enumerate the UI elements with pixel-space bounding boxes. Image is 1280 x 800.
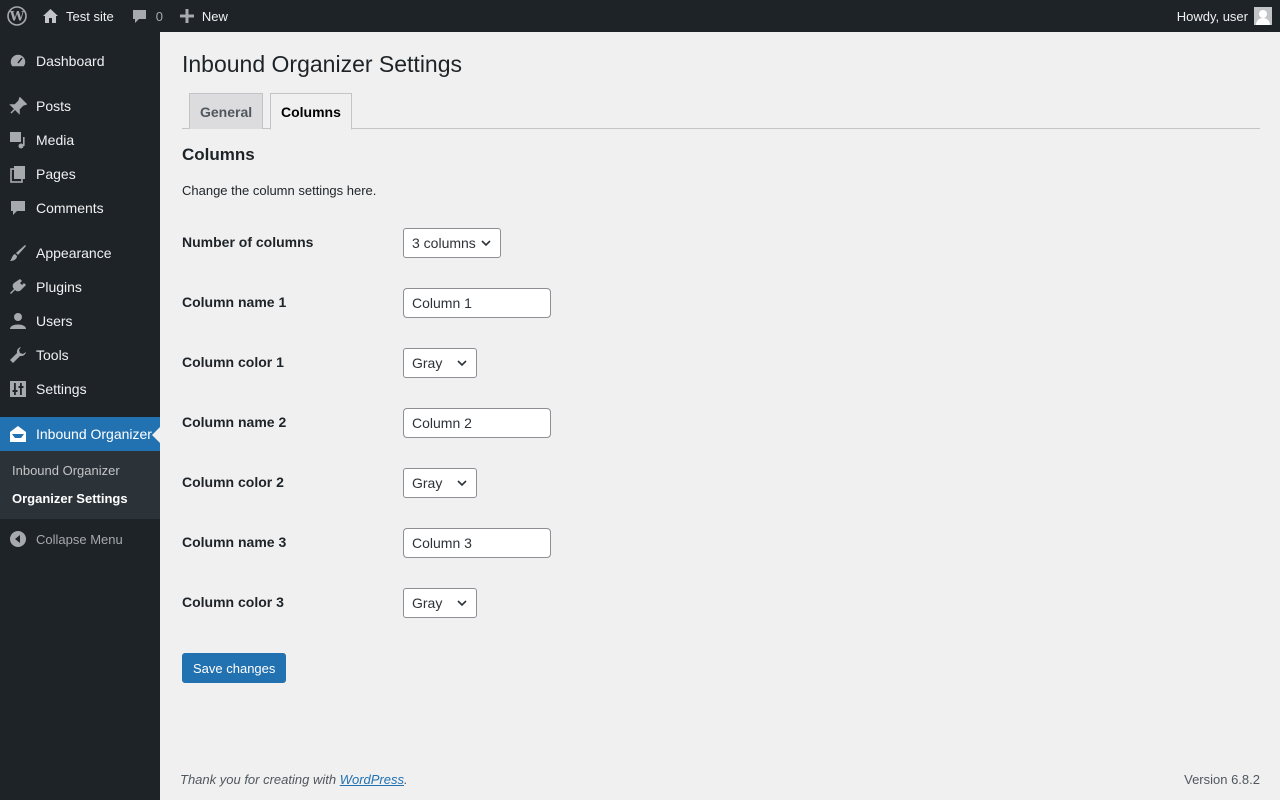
sidebar-item-posts[interactable]: Posts <box>0 89 160 123</box>
pages-icon <box>0 165 36 183</box>
submenu-item-inbound-organizer[interactable]: Inbound Organizer <box>12 463 120 478</box>
wordpress-logo-menu[interactable]: W <box>0 0 34 32</box>
pin-icon <box>0 97 36 115</box>
sidebar-item-label: Posts <box>36 98 72 114</box>
column-color-2-value: Gray <box>412 475 443 491</box>
save-changes-button[interactable]: Save changes <box>182 653 287 683</box>
column-color-2-select[interactable]: Gray <box>403 468 477 498</box>
sidebar-item-media[interactable]: Media <box>0 123 160 157</box>
inbound-organizer-submenu: Inbound Organizer Organizer Settings <box>0 451 160 519</box>
brush-icon <box>0 244 36 262</box>
collapse-menu-button[interactable]: Collapse Menu <box>0 524 160 554</box>
media-icon <box>0 131 36 149</box>
admin-bar-new[interactable]: New <box>179 0 228 32</box>
column-color-3-value: Gray <box>412 595 443 611</box>
admin-bar-site-link[interactable]: Test site <box>42 0 114 32</box>
sidebar-item-label: Plugins <box>36 279 82 295</box>
chevron-down-icon <box>457 600 467 607</box>
collapse-menu-label: Collapse Menu <box>36 531 123 547</box>
column-name-1-input[interactable] <box>403 288 551 318</box>
admin-sidebar: Dashboard Posts Media Pages Comments App… <box>0 32 160 800</box>
column-color-2-label: Column color 2 <box>182 474 284 490</box>
submenu-item-organizer-settings[interactable]: Organizer Settings <box>12 491 128 506</box>
column-name-2-label: Column name 2 <box>182 414 287 430</box>
sidebar-item-label: Pages <box>36 166 76 182</box>
section-title: Columns <box>182 145 255 164</box>
inbox-icon <box>0 425 36 443</box>
admin-bar: W Test site 0 New Howdy, user <box>0 0 1280 32</box>
collapse-arrow-icon <box>0 530 36 548</box>
sidebar-item-label: Inbound Organizer <box>36 426 152 442</box>
sidebar-item-tools[interactable]: Tools <box>0 338 160 372</box>
new-label: New <box>201 8 228 24</box>
column-name-3-input[interactable] <box>403 528 551 558</box>
plug-icon <box>0 278 36 296</box>
sidebar-item-label: Settings <box>36 381 87 397</box>
settings-tabs: General Columns <box>182 92 1260 130</box>
dashboard-icon <box>0 52 36 70</box>
section-description: Change the column settings here. <box>182 183 377 198</box>
sidebar-item-label: Media <box>36 132 75 148</box>
sidebar-item-pages[interactable]: Pages <box>0 157 160 191</box>
comment-icon <box>132 9 146 23</box>
sidebar-item-label: Appearance <box>36 245 112 261</box>
column-color-3-select[interactable]: Gray <box>403 588 477 618</box>
column-name-3-label: Column name 3 <box>182 534 287 550</box>
footer-thanks-prefix: Thank you for creating with <box>180 772 340 787</box>
chevron-down-icon <box>457 480 467 487</box>
settings-icon <box>0 380 36 398</box>
page-title: Inbound Organizer Settings <box>182 51 463 77</box>
sidebar-item-label: Comments <box>36 200 104 216</box>
number-of-columns-select[interactable]: 3 columns <box>403 228 501 258</box>
main-content: Inbound Organizer Settings General Colum… <box>160 32 1280 800</box>
admin-bar-account[interactable]: Howdy, user <box>1177 0 1272 32</box>
column-color-1-label: Column color 1 <box>182 354 284 370</box>
column-color-3-label: Column color 3 <box>182 594 284 610</box>
sidebar-item-appearance[interactable]: Appearance <box>0 236 160 270</box>
sidebar-item-settings[interactable]: Settings <box>0 372 160 406</box>
wordpress-link[interactable]: WordPress <box>340 772 404 787</box>
chevron-down-icon <box>457 360 467 367</box>
column-color-1-value: Gray <box>412 355 443 371</box>
sidebar-item-plugins[interactable]: Plugins <box>0 270 160 304</box>
sidebar-item-dashboard[interactable]: Dashboard <box>0 44 160 78</box>
number-of-columns-label: Number of columns <box>182 234 314 250</box>
site-name: Test site <box>66 8 114 24</box>
svg-text:W: W <box>9 10 25 25</box>
sidebar-item-inbound-organizer[interactable]: Inbound Organizer <box>0 417 160 451</box>
column-name-1-label: Column name 1 <box>182 294 287 310</box>
sidebar-item-label: Users <box>36 313 73 329</box>
admin-bar-comments[interactable]: 0 <box>132 0 163 32</box>
home-icon <box>43 9 58 23</box>
user-icon <box>0 312 36 330</box>
sidebar-item-label: Tools <box>36 347 69 363</box>
sidebar-item-label: Dashboard <box>36 53 105 69</box>
column-color-1-select[interactable]: Gray <box>403 348 477 378</box>
plus-icon <box>179 9 194 23</box>
chevron-down-icon <box>481 240 491 247</box>
column-name-2-input[interactable] <box>403 408 551 438</box>
wrench-icon <box>0 346 36 364</box>
comment-icon <box>0 199 36 217</box>
wordpress-logo-icon: W <box>7 6 27 26</box>
tab-general[interactable]: General <box>189 93 264 129</box>
footer-version: Version 6.8.2 <box>1184 772 1260 787</box>
sidebar-item-comments[interactable]: Comments <box>0 191 160 225</box>
avatar <box>1254 7 1272 25</box>
howdy-greeting: Howdy, user <box>1176 8 1248 24</box>
footer-thanks-suffix: . <box>404 772 408 787</box>
sidebar-item-users[interactable]: Users <box>0 304 160 338</box>
comments-count: 0 <box>155 8 163 24</box>
footer-thanks: Thank you for creating with WordPress. <box>180 772 408 787</box>
number-of-columns-value: 3 columns <box>412 235 476 251</box>
tab-columns[interactable]: Columns <box>270 93 352 130</box>
